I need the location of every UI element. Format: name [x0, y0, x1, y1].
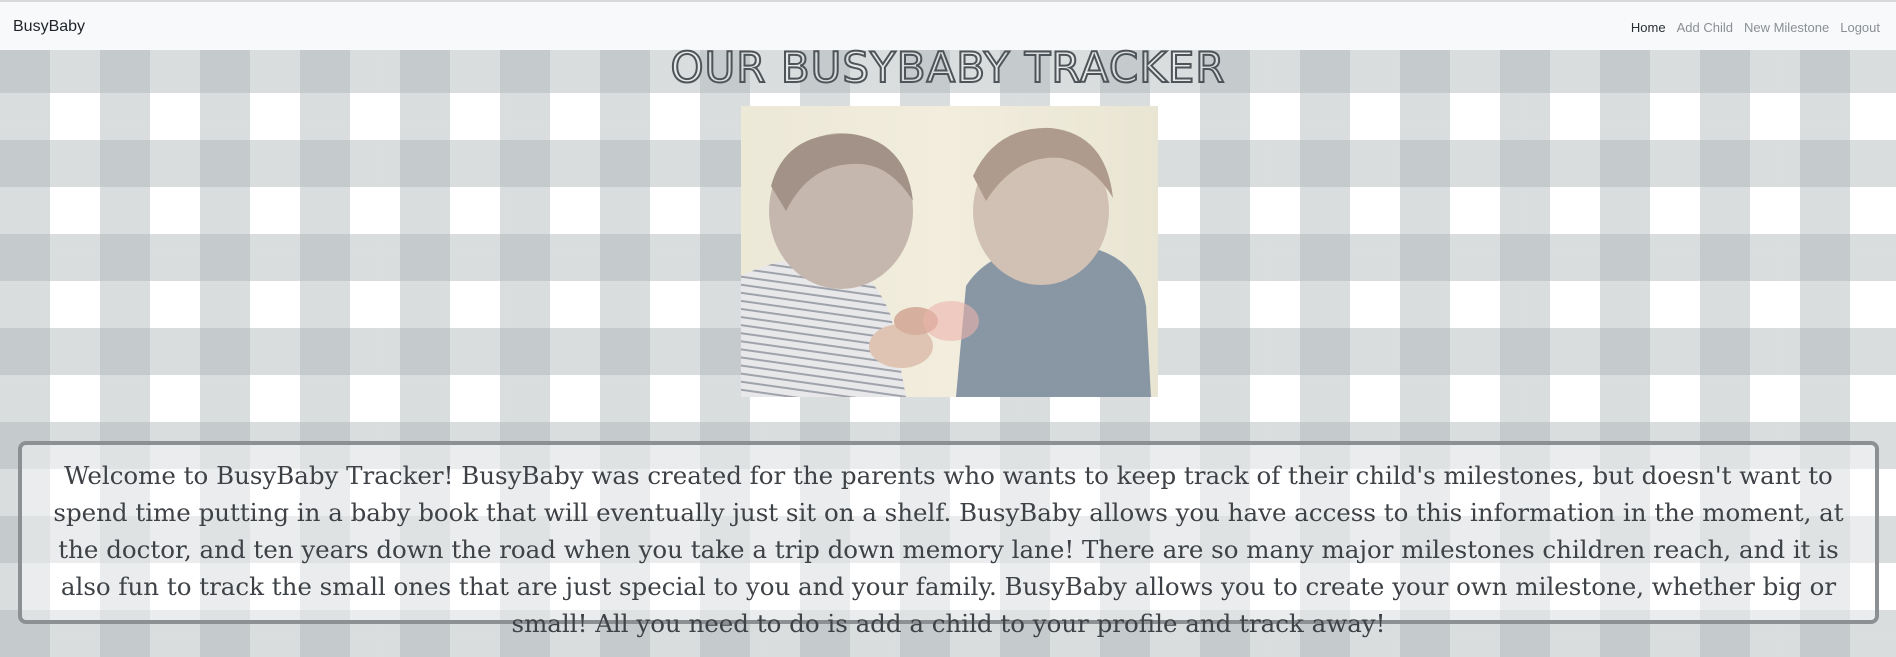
page-title: OUR BUSYBABY TRACKER: [670, 43, 1226, 92]
brand-link[interactable]: BusyBaby: [13, 18, 85, 36]
nav-link-new-milestone[interactable]: New Milestone: [1744, 20, 1829, 35]
welcome-text: Welcome to BusyBaby Tracker! BusyBaby wa…: [53, 461, 1844, 638]
nav-link-add-child[interactable]: Add Child: [1677, 20, 1733, 35]
nav-links: Home Add Child New Milestone Logout: [1631, 20, 1880, 35]
nav-link-home[interactable]: Home: [1631, 20, 1666, 35]
welcome-box: Welcome to BusyBaby Tracker! BusyBaby wa…: [18, 441, 1879, 638]
babies-photo: [741, 106, 1158, 397]
nav-link-logout[interactable]: Logout: [1840, 20, 1880, 35]
